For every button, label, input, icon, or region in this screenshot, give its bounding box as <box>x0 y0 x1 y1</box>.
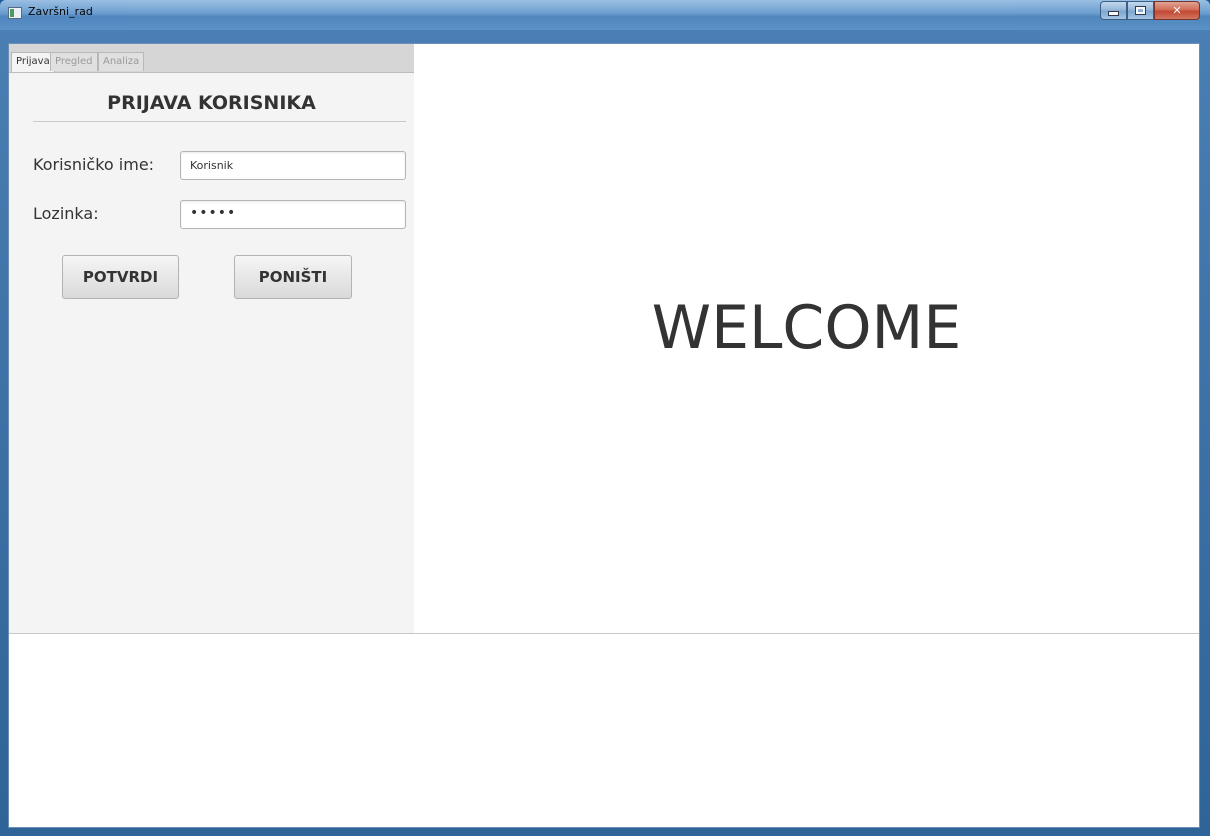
confirm-button[interactable]: POTVRDI <box>62 255 179 299</box>
maximize-icon <box>1135 6 1146 15</box>
tab-analiza[interactable]: Analiza <box>98 52 145 71</box>
minimize-icon <box>1108 11 1119 16</box>
close-icon: ✕ <box>1172 4 1182 17</box>
tab-bar: Prijava Pregled Analiza <box>9 44 414 73</box>
tab-prijava[interactable]: Prijava <box>11 52 55 72</box>
client-area: Prijava Pregled Analiza PRIJAVA KORISNIK… <box>8 43 1200 828</box>
title-bar[interactable]: Završni_rad ✕ <box>0 0 1210 30</box>
bottom-panel <box>9 634 1199 827</box>
password-label: Lozinka: <box>33 204 99 223</box>
minimize-button[interactable] <box>1100 1 1127 20</box>
window-title: Završni_rad <box>28 5 93 18</box>
login-heading: PRIJAVA KORISNIKA <box>107 92 316 114</box>
tab-pregled[interactable]: Pregled <box>50 52 98 71</box>
maximize-button[interactable] <box>1127 1 1154 20</box>
app-window-icon[interactable] <box>8 7 22 19</box>
welcome-text: WELCOME <box>651 292 962 363</box>
close-button[interactable]: ✕ <box>1154 1 1200 20</box>
application-window: Završni_rad ✕ Prijava Pregled Analiza PR… <box>0 0 1210 836</box>
password-input[interactable]: ••••• <box>180 200 406 229</box>
cancel-button[interactable]: PONIŠTI <box>234 255 352 299</box>
caption-buttons: ✕ <box>1100 1 1200 20</box>
username-label: Korisničko ime: <box>33 155 155 174</box>
username-input[interactable]: Korisnik <box>180 151 406 180</box>
heading-separator <box>33 121 406 122</box>
login-panel: Prijava Pregled Analiza PRIJAVA KORISNIK… <box>9 44 414 633</box>
